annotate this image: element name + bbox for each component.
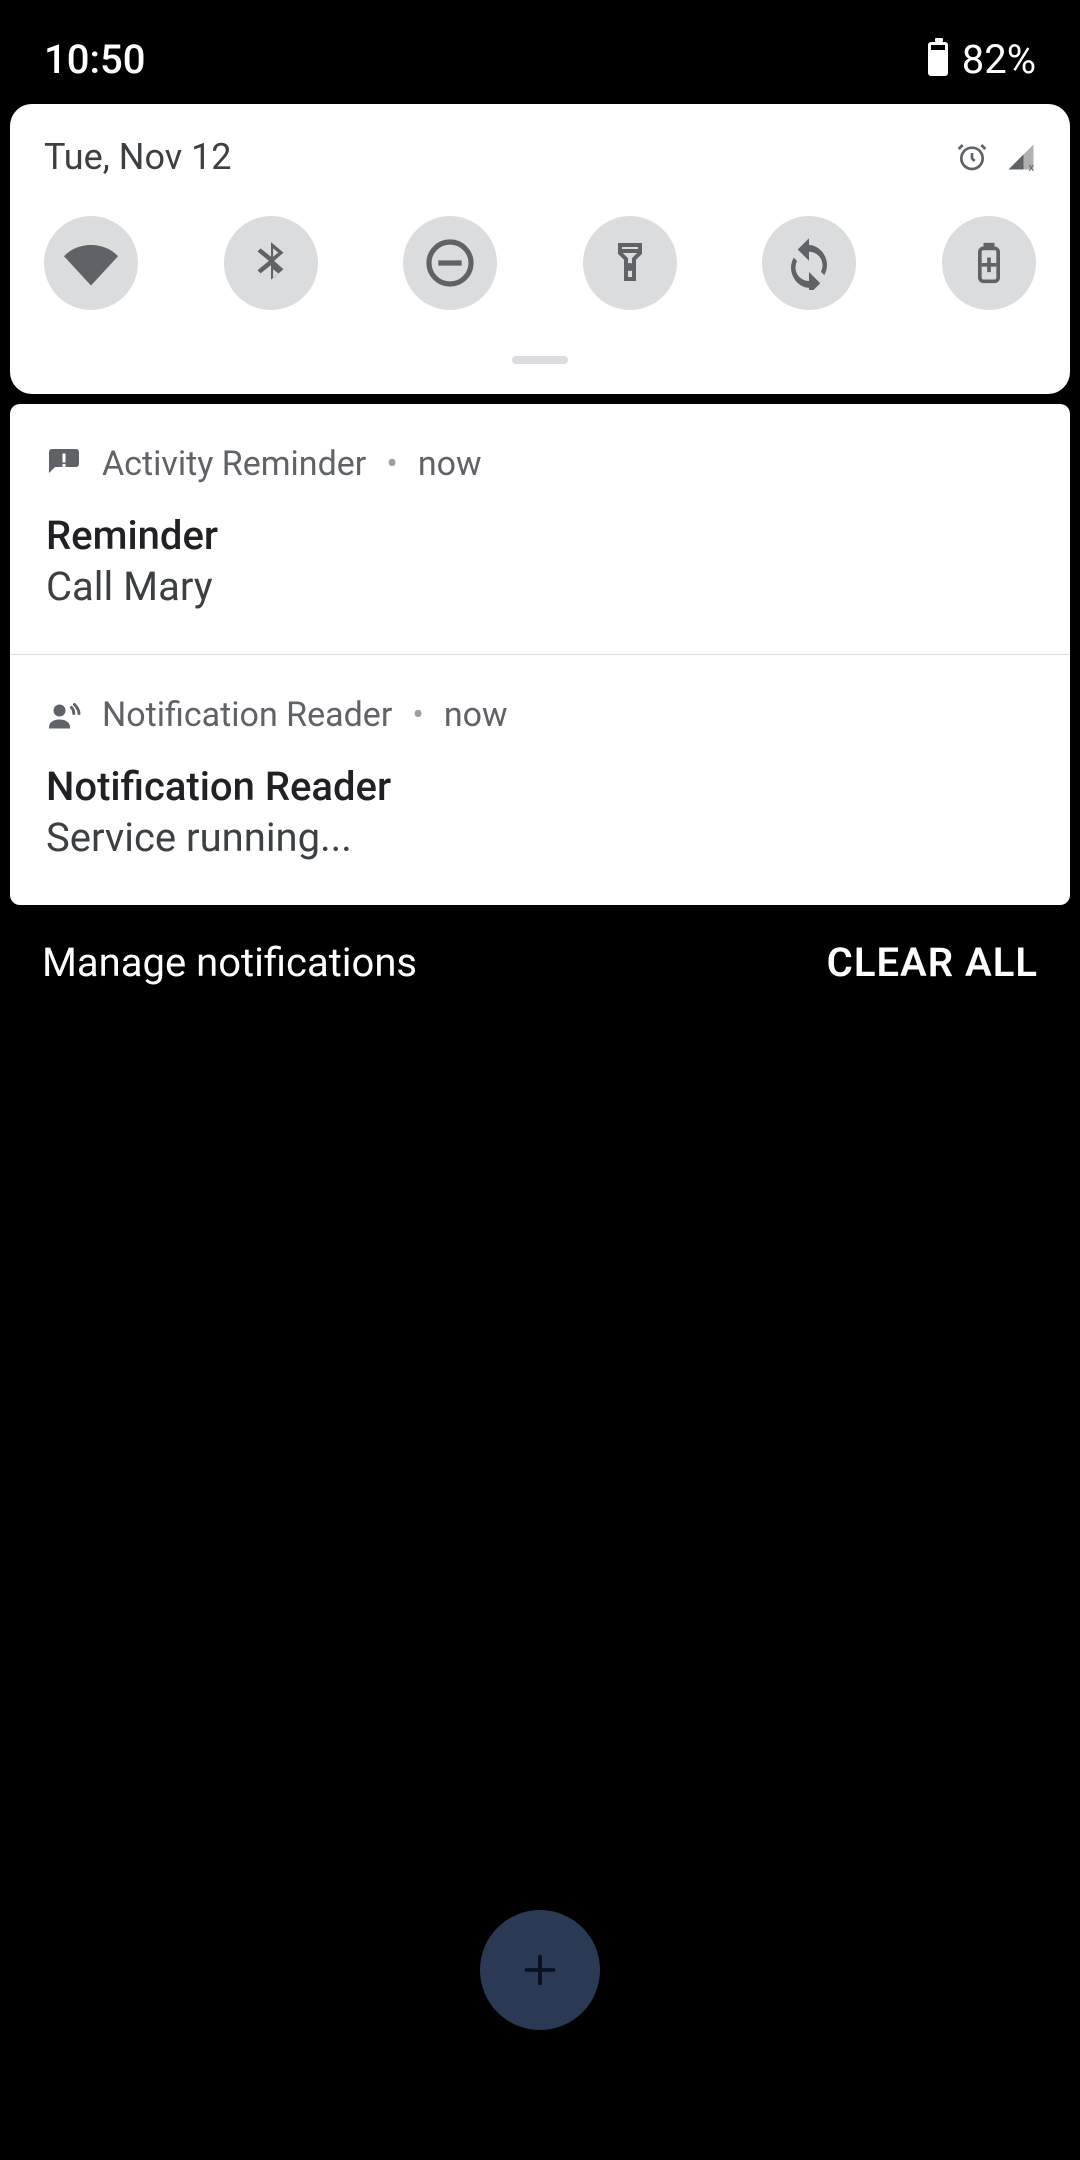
qs-date: Tue, Nov 12 — [44, 136, 232, 178]
battery-percent: 82% — [962, 36, 1036, 83]
notification-list: Activity Reminder • now Reminder Call Ma… — [10, 404, 1070, 905]
notification-notification-reader[interactable]: Notification Reader • now Notification R… — [10, 655, 1070, 905]
qs-tile-dnd[interactable] — [403, 216, 497, 310]
qs-header-icons: x — [956, 141, 1036, 173]
notification-header: Activity Reminder • now — [46, 444, 1034, 484]
notification-app-name: Activity Reminder — [102, 444, 366, 484]
signal-icon: x — [1006, 142, 1036, 172]
svg-text:x: x — [1029, 161, 1035, 172]
qs-tile-autorotate[interactable] — [762, 216, 856, 310]
alarm-icon — [956, 141, 988, 173]
notification-title: Notification Reader — [46, 763, 1034, 810]
qs-tile-battery-saver[interactable] — [942, 216, 1036, 310]
voice-icon — [46, 697, 82, 733]
manage-notifications-button[interactable]: Manage notifications — [42, 939, 417, 986]
notification-separator: • — [386, 444, 397, 484]
qs-tile-bluetooth[interactable] — [224, 216, 318, 310]
notification-header: Notification Reader • now — [46, 695, 1034, 735]
notification-activity-reminder[interactable]: Activity Reminder • now Reminder Call Ma… — [10, 404, 1070, 655]
qs-tile-flashlight[interactable] — [583, 216, 677, 310]
notification-body: Call Mary — [46, 563, 1034, 610]
notification-separator: • — [412, 695, 423, 735]
feedback-icon — [46, 446, 82, 482]
qs-drag-handle[interactable] — [512, 356, 568, 364]
clear-all-button[interactable]: CLEAR ALL — [827, 939, 1038, 986]
notification-actions: Manage notifications CLEAR ALL — [0, 905, 1080, 1020]
status-bar: 10:50 82% — [0, 0, 1080, 90]
qs-panel-header: Tue, Nov 12 x — [44, 136, 1036, 178]
notification-title: Reminder — [46, 512, 1034, 559]
fab-add-button[interactable] — [480, 1910, 600, 2030]
notification-time: now — [418, 444, 482, 484]
quick-settings-panel: Tue, Nov 12 x — [10, 104, 1070, 394]
notification-app-name: Notification Reader — [102, 695, 392, 735]
qs-tiles-row — [44, 216, 1036, 310]
status-right: 82% — [928, 36, 1036, 83]
status-time: 10:50 — [44, 36, 145, 83]
qs-tile-wifi[interactable] — [44, 216, 138, 310]
notification-body: Service running... — [46, 814, 1034, 861]
notification-time: now — [444, 695, 508, 735]
battery-icon — [928, 42, 948, 76]
